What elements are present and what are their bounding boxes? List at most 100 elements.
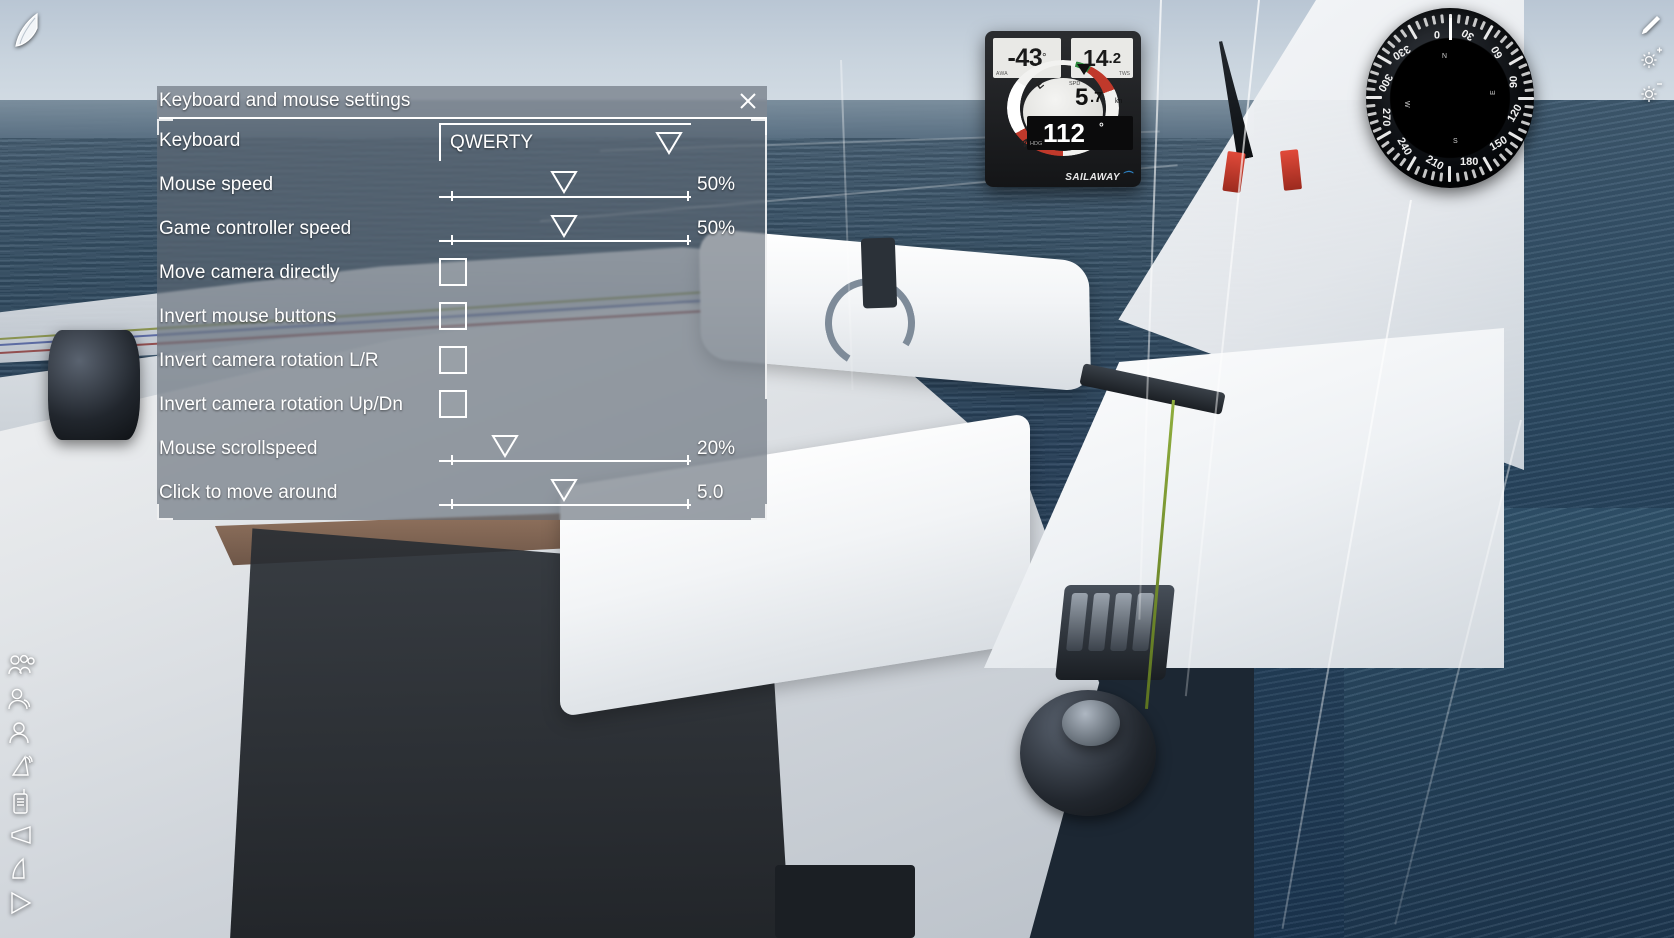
slider-min-tick	[451, 499, 453, 509]
checkbox[interactable]	[439, 346, 467, 374]
settings-row-label: Mouse speed	[159, 174, 274, 195]
crew-group-icon[interactable]	[4, 648, 38, 682]
game-screen: -43 ° AWA 14.2 TWS E N SPD 5 .7 kn HDG 11…	[0, 0, 1674, 938]
keyboard-layout-select[interactable]: QWERTY	[439, 123, 691, 161]
slider-thumb[interactable]	[491, 434, 520, 458]
settings-row-label: Invert mouse buttons	[159, 306, 337, 327]
settings-row-control	[439, 471, 691, 515]
tws-label: TWS	[1118, 71, 1130, 77]
sailaway-instrument-panel[interactable]: -43 ° AWA 14.2 TWS E N SPD 5 .7 kn HDG 11…	[985, 31, 1141, 187]
slider-min-tick	[451, 191, 453, 201]
settings-row-label: Invert camera rotation Up/Dn	[159, 394, 403, 415]
settings-row-label: Keyboard	[159, 130, 241, 151]
winch-drum-top	[1062, 700, 1120, 746]
slider-min-tick	[451, 455, 453, 465]
settings-row-control	[439, 339, 691, 383]
compass-cardinal: N	[1441, 51, 1447, 58]
spd-readout: SPD 5 .7 kn	[1069, 81, 1131, 114]
checkbox[interactable]	[439, 390, 467, 418]
slider-thumb[interactable]	[550, 214, 578, 238]
hdg-value: 112	[1043, 118, 1085, 148]
settings-row: Mouse scrollspeed 20%	[157, 427, 767, 471]
slider-2[interactable]	[439, 207, 691, 251]
compass-number: 270	[1380, 108, 1392, 127]
settings-row-label: Game controller speed	[159, 218, 352, 239]
crew-member-icon[interactable]	[4, 682, 38, 716]
awa-label: AWA	[996, 71, 1008, 77]
settings-row-control	[439, 163, 691, 207]
slider-max-tick	[687, 191, 689, 201]
settings-row-label: Click to move around	[159, 482, 338, 503]
slider-track	[439, 460, 691, 462]
sail-icon[interactable]	[8, 10, 46, 54]
compass-number: 90	[1508, 75, 1520, 88]
compass-cardinal: E	[1490, 90, 1497, 95]
settings-row: Mouse speed 50%	[157, 163, 767, 207]
skipper-icon[interactable]	[4, 716, 38, 750]
dialog-title-bar[interactable]: Keyboard and mouse settings	[157, 86, 767, 119]
hdg-degree-symbol: °	[1099, 120, 1104, 134]
checkbox[interactable]	[439, 302, 467, 330]
compass-cardinal: S	[1453, 138, 1458, 145]
slider-track	[439, 240, 691, 242]
spd-decimal: .7	[1090, 89, 1103, 106]
settings-row-control	[439, 251, 691, 295]
settings-row: Click to move around 5.0	[157, 471, 767, 515]
slider-1[interactable]	[439, 163, 691, 207]
brightness-decrease-icon[interactable]	[1634, 76, 1668, 110]
spd-value: 5	[1075, 84, 1089, 111]
slider-8[interactable]	[439, 471, 691, 515]
settings-row-value: 20%	[697, 438, 736, 459]
settings-row: Invert camera rotation Up/Dn	[157, 383, 767, 427]
settings-row: Game controller speed 50%	[157, 207, 767, 251]
settings-row-control	[439, 295, 691, 339]
compass-number: 0	[1433, 28, 1440, 40]
checkbox[interactable]	[439, 258, 467, 286]
settings-row-control	[439, 427, 691, 471]
slider-7[interactable]	[439, 427, 691, 471]
winch-port	[48, 330, 140, 440]
settings-row: Keyboard QWERTY	[157, 119, 767, 163]
slider-min-tick	[451, 235, 453, 245]
settings-row-label: Invert camera rotation L/R	[159, 350, 379, 371]
compass-number: 180	[1460, 156, 1479, 168]
pencil-icon[interactable]	[1634, 8, 1668, 42]
slider-max-tick	[687, 235, 689, 245]
chevron-down-icon[interactable]	[655, 131, 683, 155]
display-icon-rail	[1634, 8, 1668, 110]
settings-row-control	[439, 207, 691, 251]
spd-unit: kn	[1115, 98, 1123, 105]
compass-cardinal: W	[1403, 101, 1410, 108]
close-icon[interactable]	[735, 88, 761, 114]
slider-thumb[interactable]	[550, 170, 578, 194]
settings-row-control: QWERTY	[439, 119, 691, 163]
spinnaker-icon[interactable]	[4, 852, 38, 886]
settings-rows: Keyboard QWERTY Mouse speed 50% Game control…	[157, 119, 767, 515]
instrument-face: -43 ° AWA 14.2 TWS E N SPD 5 .7 kn HDG 11…	[993, 38, 1133, 156]
settings-row: Invert mouse buttons	[157, 295, 767, 339]
sail-trim-icon[interactable]	[4, 750, 38, 784]
compass: 0 30 60 90 120 150 180 210 240 270 300 330 N E S W	[1366, 8, 1534, 188]
hdg-readout: HDG 112 °	[1027, 116, 1133, 150]
settings-row-value: 50%	[697, 218, 736, 239]
jib-icon[interactable]	[4, 886, 38, 920]
keyboard-layout-value: QWERTY	[450, 132, 534, 153]
keyboard-mouse-settings-dialog[interactable]: Keyboard and mouse settings Keyboard QWER…	[157, 86, 767, 520]
vhf-radio-icon[interactable]	[4, 784, 38, 818]
brightness-increase-icon[interactable]	[1634, 42, 1668, 76]
cushion-strap	[860, 237, 898, 309]
dialog-title: Keyboard and mouse settings	[159, 90, 411, 111]
instrument-brand: SAILAWAY ⏜	[1065, 172, 1132, 183]
compass-lubber-line	[1448, 18, 1452, 40]
megaphone-icon[interactable]	[4, 818, 38, 852]
settings-row-value: 5.0	[697, 482, 724, 503]
slider-max-tick	[687, 499, 689, 509]
settings-row: Invert camera rotation L/R	[157, 339, 767, 383]
wind-dial-marker	[1077, 64, 1091, 75]
brand-mark-icon: ⏜	[1121, 172, 1132, 183]
slider-thumb[interactable]	[550, 478, 578, 502]
settings-row-label: Move camera directly	[159, 262, 340, 283]
settings-row-control	[439, 383, 691, 427]
settings-row-label: Mouse scrollspeed	[159, 438, 318, 459]
instrument-brand-text: SAILAWAY	[1065, 172, 1120, 183]
